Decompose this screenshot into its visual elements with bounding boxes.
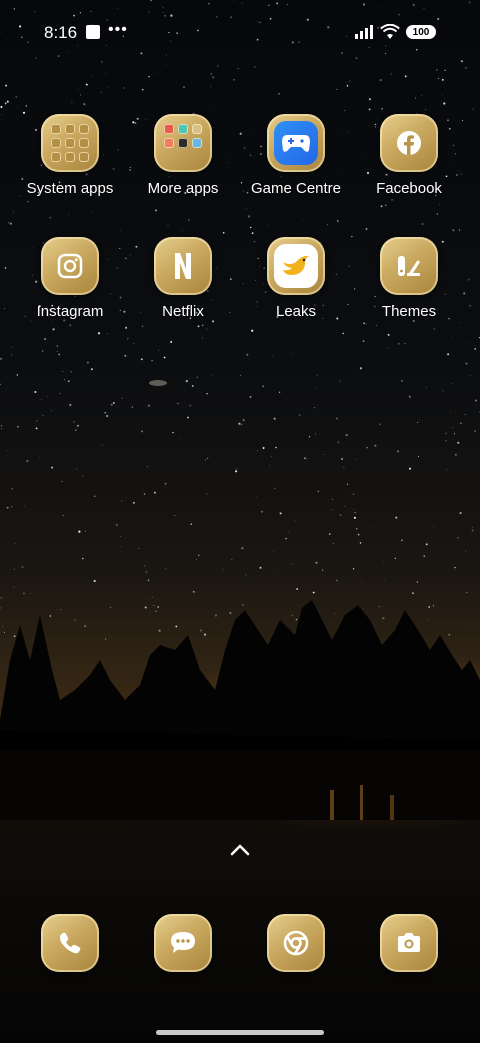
bird-icon (267, 237, 325, 295)
dock-messages[interactable] (128, 914, 238, 972)
treeline-silhouette (0, 600, 480, 820)
swipe-up-chevron-icon[interactable] (229, 842, 251, 858)
wifi-icon (380, 24, 400, 39)
app-label: Themes (381, 303, 437, 320)
notification-square-icon (86, 25, 100, 39)
app-label: System apps (26, 180, 114, 197)
clock: 8:16 (44, 23, 78, 42)
folder-icon (154, 114, 212, 172)
app-label: Netflix (162, 303, 204, 320)
app-themes[interactable]: Themes (354, 237, 464, 320)
battery-icon: 100 (406, 25, 436, 39)
phone-icon (41, 914, 99, 972)
app-more-apps-folder[interactable]: More apps (128, 114, 238, 197)
app-label: Facebook (376, 180, 442, 197)
themes-brush-icon (380, 237, 438, 295)
dock-phone[interactable] (15, 914, 125, 972)
gesture-nav-handle[interactable] (156, 1030, 324, 1035)
app-label: Instagram (36, 303, 104, 320)
signal-icon (355, 25, 373, 39)
facebook-icon (380, 114, 438, 172)
gamepad-icon (267, 114, 325, 172)
app-label: Game Centre (250, 180, 342, 197)
folder-icon (41, 114, 99, 172)
status-icons: 100 (354, 24, 436, 40)
app-facebook[interactable]: Facebook (354, 114, 464, 197)
app-label: Leaks (275, 303, 317, 320)
app-leaks[interactable]: Leaks (241, 237, 351, 320)
netflix-icon (154, 237, 212, 295)
dock-camera[interactable] (354, 914, 464, 972)
instagram-icon (41, 237, 99, 295)
chrome-icon (267, 914, 325, 972)
app-netflix[interactable]: Netflix (128, 237, 238, 320)
app-game-centre[interactable]: Game Centre (241, 114, 351, 197)
dock-chrome[interactable] (241, 914, 351, 972)
app-label: More apps (147, 180, 219, 197)
messages-icon (154, 914, 212, 972)
camera-icon (380, 914, 438, 972)
app-system-apps-folder[interactable]: System apps (15, 114, 125, 197)
more-dots-icon: ••• (108, 21, 128, 38)
app-instagram[interactable]: Instagram (15, 237, 125, 320)
status-bar: 8:16 ••• 100 (0, 0, 480, 64)
